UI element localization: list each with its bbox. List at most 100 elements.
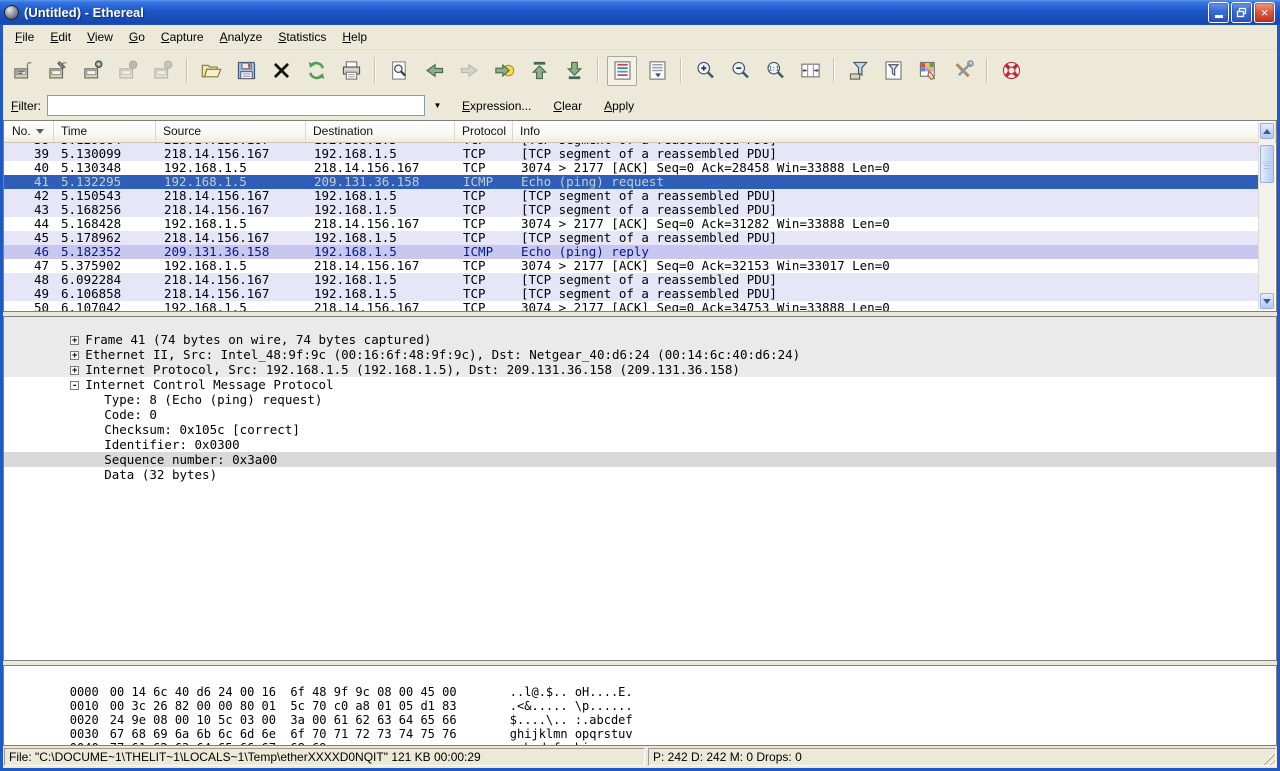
packet-row[interactable]: 41 5.132295 192.168.1.5 209.131.36.158 I… [4,175,1259,189]
cell-info: [TCP segment of a reassembled PDU] [513,231,1259,245]
expander-icon[interactable]: + [70,366,79,375]
go-back-button[interactable] [419,56,449,86]
hex-ascii: $....\.. :.abcdef [510,713,633,727]
menu-analyze[interactable]: Analyze [212,26,271,48]
print-icon [340,59,363,82]
restart-capture-button[interactable] [148,56,178,86]
column-header-no[interactable]: No. [4,121,54,142]
resize-columns-button[interactable] [795,56,825,86]
cell-source: 192.168.1.5 [156,301,306,311]
status-packet-counts: P: 242 D: 242 M: 0 Drops: 0 [648,748,1276,766]
cell-info: [TCP segment of a reassembled PDU] [513,287,1259,301]
zoom-normal-button[interactable]: 1:1 [760,56,790,86]
packet-row[interactable]: 49 6.106858 218.14.156.167 192.168.1.5 T… [4,287,1259,301]
packet-row[interactable]: 47 5.375902 192.168.1.5 218.14.156.167 T… [4,259,1259,273]
zoom-out-button[interactable] [725,56,755,86]
packet-row[interactable]: 45 5.178962 218.14.156.167 192.168.1.5 T… [4,231,1259,245]
packet-row[interactable]: 48 6.092284 218.14.156.167 192.168.1.5 T… [4,273,1259,287]
cell-source: 192.168.1.5 [156,175,306,189]
display-filters-button[interactable] [878,56,908,86]
resize-grip[interactable] [1262,752,1275,765]
filter-bar: Filter: ▼ Expression... Clear Apply [3,91,1277,120]
filter-input[interactable] [47,95,425,116]
filter-dropdown-button[interactable]: ▼ [429,96,446,115]
print-button[interactable] [336,56,366,86]
expander-icon[interactable]: - [70,381,79,390]
apply-button[interactable]: Apply [598,96,640,116]
packet-row[interactable]: 50 6.107042 192.168.1.5 218.14.156.167 T… [4,301,1259,311]
scroll-up-button[interactable] [1260,123,1274,139]
menu-file[interactable]: File [7,26,42,48]
preferences-button[interactable] [948,56,978,86]
expander-icon[interactable]: + [70,336,79,345]
reload-button[interactable] [301,56,331,86]
start-capture-button[interactable] [78,56,108,86]
go-to-packet-button[interactable] [489,56,519,86]
coloring-rules-button[interactable] [913,56,943,86]
minimize-button[interactable] [1208,2,1229,23]
packet-row[interactable]: 40 5.130348 192.168.1.5 218.14.156.167 T… [4,161,1259,175]
go-forward-button[interactable] [454,56,484,86]
column-header-time[interactable]: Time [54,121,156,142]
stop-capture-button[interactable] [113,56,143,86]
cell-info: [TCP segment of a reassembled PDU] [513,189,1259,203]
menu-edit[interactable]: Edit [42,26,79,48]
hex-row[interactable]: 000000 14 6c 40 d6 24 00 16 6f 48 9f 9c … [4,671,1276,685]
clear-button[interactable]: Clear [547,96,588,116]
hex-ascii: .<&..... \p...... [510,699,633,713]
find-packet-button[interactable] [384,56,414,86]
title-bar: (Untitled) - Ethereal × [0,0,1280,25]
restore-button[interactable] [1231,2,1252,23]
menu-view[interactable]: View [79,26,121,48]
packet-row[interactable]: 44 5.168428 192.168.1.5 218.14.156.167 T… [4,217,1259,231]
list-interfaces-button[interactable] [8,56,38,86]
window-title: (Untitled) - Ethereal [24,5,1208,20]
save-as-button[interactable] [231,56,261,86]
colorize-toggle[interactable] [607,56,637,86]
expander-icon[interactable]: + [70,351,79,360]
detail-text: Data (32 bytes) [104,467,217,482]
column-header-destination[interactable]: Destination [306,121,455,142]
packet-row[interactable]: 39 5.130099 218.14.156.167 192.168.1.5 T… [4,147,1259,161]
menu-go[interactable]: Go [121,26,153,48]
cell-info: Echo (ping) reply [513,245,1259,259]
menu-capture[interactable]: Capture [153,26,212,48]
scroll-thumb[interactable] [1260,145,1274,183]
packet-row[interactable]: 46 5.182352 209.131.36.158 192.168.1.5 I… [4,245,1259,259]
open-file-button[interactable] [196,56,226,86]
column-header-protocol[interactable]: Protocol [455,121,513,142]
detail-row[interactable]: Checksum: 0x105c [correct] [4,407,1276,422]
cell-no: 43 [4,203,54,217]
main-toolbar: 1:1 [3,50,1277,91]
capture-filters-button[interactable] [843,56,873,86]
packet-list-scrollbar[interactable] [1258,122,1275,310]
column-header-info[interactable]: Info [513,121,1276,142]
cell-time: 5.182352 [54,245,156,259]
help-lifebuoy-icon [1000,59,1023,82]
menu-help[interactable]: Help [334,26,375,48]
scroll-down-button[interactable] [1260,293,1274,309]
close-button[interactable]: × [1254,2,1275,23]
go-to-top-button[interactable] [524,56,554,86]
go-to-bottom-button[interactable] [559,56,589,86]
zoom-in-button[interactable] [690,56,720,86]
expression-button[interactable]: Expression... [456,96,537,116]
cell-destination: 192.168.1.5 [306,231,455,245]
detail-text: Internet Control Message Protocol [85,377,333,392]
cell-source: 192.168.1.5 [156,161,306,175]
auto-scroll-toggle[interactable] [642,56,672,86]
hex-ascii: ghijklmn opqrstuv [510,727,633,741]
capture-options-button[interactable] [43,56,73,86]
hex-bytes: 00 3c 26 82 00 00 80 01 5c 70 c0 a8 01 0… [110,699,510,713]
coloring-rules-icon [917,59,940,82]
filter-label: Filter: [11,99,41,113]
packet-row[interactable]: 42 5.150543 218.14.156.167 192.168.1.5 T… [4,189,1259,203]
column-header-source[interactable]: Source [156,121,306,142]
packet-row[interactable]: 43 5.168256 218.14.156.167 192.168.1.5 T… [4,203,1259,217]
cell-source: 209.131.36.158 [156,245,306,259]
help-button[interactable] [996,56,1026,86]
detail-row[interactable]: +Frame 41 (74 bytes on wire, 74 bytes ca… [4,317,1276,332]
close-file-button[interactable] [266,56,296,86]
menu-statistics[interactable]: Statistics [270,26,334,48]
cell-time: 5.132295 [54,175,156,189]
